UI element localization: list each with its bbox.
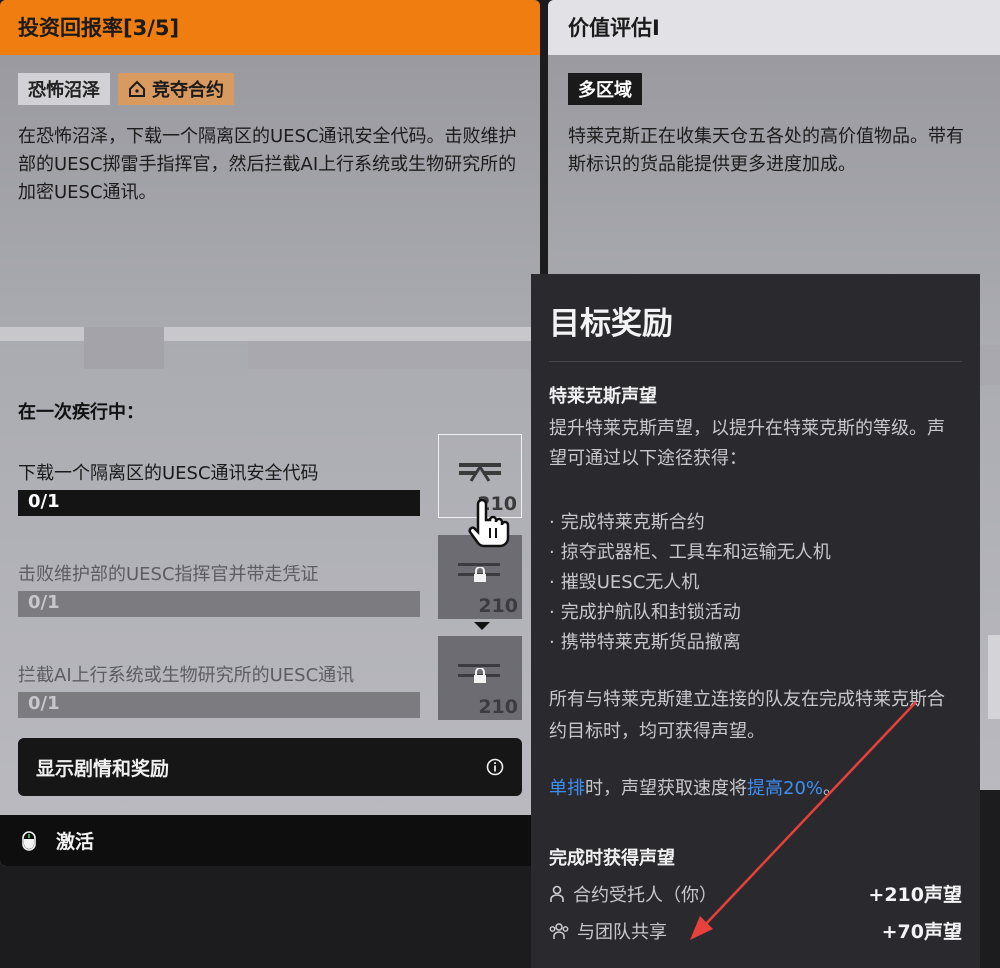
list-item: 完成特莱克斯合约 — [549, 508, 962, 538]
decor-stripe — [978, 345, 1000, 385]
info-icon — [486, 758, 504, 776]
objective-progress: 0/1 — [18, 591, 420, 617]
solo-note-end: 。 — [823, 778, 842, 799]
mode-tag: 竞夺合约 — [118, 73, 234, 105]
solo-note-text: 时，声望获取速度将 — [585, 778, 747, 799]
objective-label: 下载一个隔离区的UESC通讯安全代码 — [18, 463, 319, 484]
tooltip-title: 目标奖励 — [549, 298, 962, 362]
team-share-note: 所有与特莱克斯建立连接的队友在完成特莱克斯合约目标时，均可获得声望。 — [549, 689, 945, 742]
solo-boost-note: 单排时，声望获取速度将提高20%。 — [549, 774, 962, 800]
objective-label: 击败维护部的UESC指挥官并带走凭证 — [18, 564, 319, 585]
location-tag: 恐怖沼泽 — [18, 73, 110, 105]
list-item: 摧毁UESC无人机 — [549, 568, 962, 598]
description-line: 特莱克斯正在收集天仓五各处的高价值物品。带有 — [568, 126, 964, 147]
decor-stripe — [0, 327, 540, 341]
solo-keyword: 单排 — [549, 778, 585, 799]
lock-icon — [474, 567, 486, 582]
reward-box-locked[interactable]: 210 — [438, 636, 522, 720]
contract-tags: 多区域 — [568, 73, 642, 105]
reward-amount: 210 — [478, 696, 518, 718]
lock-icon — [474, 668, 486, 683]
objective-label: 拦截AI上行系统或生物研究所的UESC通讯 — [18, 665, 355, 686]
team-icon — [549, 922, 569, 939]
boost-keyword: 提高20% — [747, 778, 824, 799]
chevron-down-icon — [474, 622, 490, 630]
hand-cursor-icon — [468, 498, 510, 548]
show-button-label: 显示剧情和奖励 — [36, 757, 170, 780]
reputation-row-label: 与团队共享 — [577, 921, 667, 943]
region-tag: 多区域 — [568, 73, 642, 105]
contract-body: 恐怖沼泽 竞夺合约 在恐怖沼泽，下载一个隔离区的UESC通讯安全代码。击败维护部… — [0, 55, 540, 815]
reputation-row-label: 合约受托人（你） — [573, 884, 717, 906]
reputation-row-value: +210声望 — [868, 884, 962, 906]
reputation-glyph-icon — [459, 463, 501, 482]
contract-description: 在恐怖沼泽，下载一个隔离区的UESC通讯安全代码。击败维护部的UESC掷雷手指挥… — [18, 126, 517, 203]
mouse-icon — [22, 830, 36, 851]
contract-description: 特莱克斯正在收集天仓五各处的高价值物品。带有 斯标识的货品能提供更多进度加成。 — [568, 123, 1000, 179]
show-story-rewards-button[interactable]: 显示剧情和奖励 — [18, 738, 522, 796]
reputation-sources-list: 完成特莱克斯合约 掠夺武器柜、工具车和运输无人机 摧毁UESC无人机 完成护航队… — [549, 508, 962, 658]
contract-tags: 恐怖沼泽 竞夺合约 — [18, 73, 234, 105]
house-icon — [129, 80, 145, 97]
reward-box-edge — [988, 635, 1000, 719]
completion-reputation-heading: 完成时获得声望 — [549, 848, 675, 869]
list-item: 完成护航队和封锁活动 — [549, 598, 962, 628]
objective-progress: 0/1 — [18, 692, 420, 718]
decor-stripe — [84, 327, 164, 369]
activate-bar[interactable]: 激活 — [0, 815, 540, 866]
contract-title: 价值评估I — [548, 0, 1000, 55]
contract-card-roi[interactable]: 投资回报率[3/5] 恐怖沼泽 竞夺合约 在恐怖沼泽，下载一个隔离区的UESC通… — [0, 0, 540, 866]
list-item: 携带特莱克斯货品撤离 — [549, 628, 962, 658]
contract-title: 投资回报率[3/5] — [0, 0, 540, 55]
reputation-row-value: +70声望 — [881, 921, 962, 943]
activate-label: 激活 — [56, 831, 95, 853]
reputation-row: 合约受托人（你） +210声望 — [549, 880, 962, 907]
tooltip-subtitle: 特莱克斯声望 — [549, 386, 657, 407]
mode-tag-label: 竞夺合约 — [152, 80, 224, 101]
description-line: 斯标识的货品能提供更多进度加成。 — [568, 154, 856, 175]
reputation-row: 与团队共享 +70声望 — [549, 917, 962, 944]
person-icon — [550, 885, 564, 902]
decor-stripe — [248, 341, 540, 369]
objectives-heading: 在一次疾行中： — [18, 402, 144, 423]
objective-progress: 0/1 — [18, 490, 420, 516]
reward-amount: 210 — [478, 595, 518, 617]
tooltip-description: 提升特莱克斯声望，以提升在特莱克斯的等级。声望可通过以下途径获得： — [549, 418, 945, 469]
list-item: 掠夺武器柜、工具车和运输无人机 — [549, 538, 962, 568]
reward-tooltip: 目标奖励 特莱克斯声望 提升特莱克斯声望，以提升在特莱克斯的等级。声望可通过以下… — [531, 274, 980, 968]
